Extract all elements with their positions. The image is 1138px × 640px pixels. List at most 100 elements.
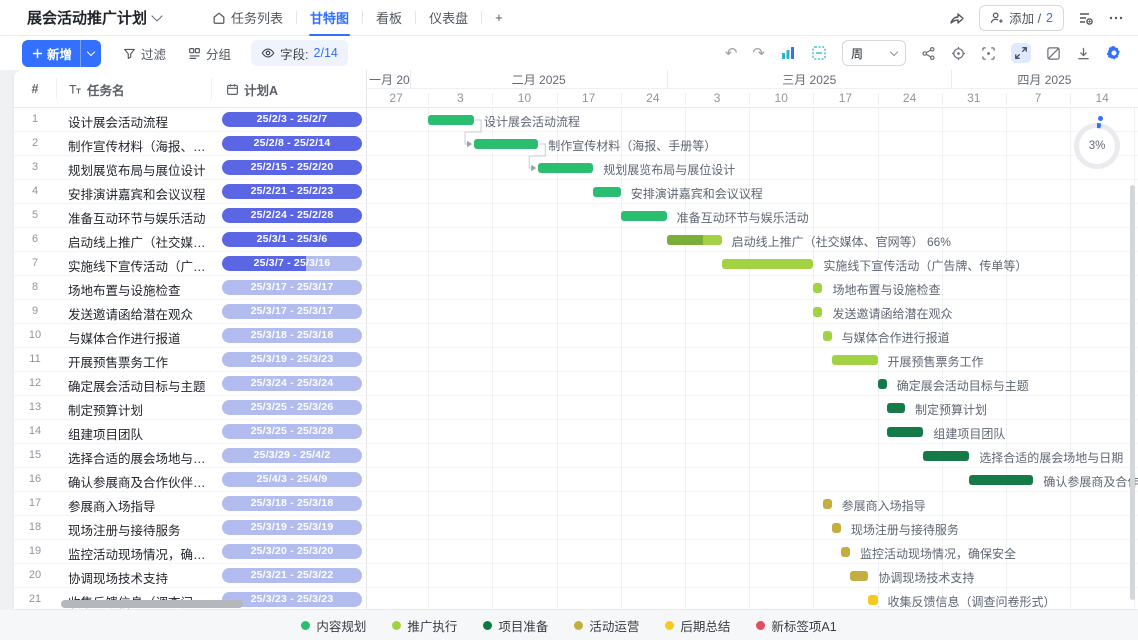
- task-row[interactable]: 10与媒体合作进行报道25/3/18 - 25/3/18: [14, 324, 367, 348]
- tab-仪表盘[interactable]: 仪表盘: [416, 0, 481, 36]
- redo-icon[interactable]: ↷: [752, 44, 765, 62]
- horizontal-scrollbar[interactable]: [61, 600, 243, 608]
- gantt-bar[interactable]: [813, 307, 822, 317]
- plan-date-pill[interactable]: 25/2/3 - 25/2/7: [222, 112, 362, 127]
- plan-date-pill[interactable]: 25/3/20 - 25/3/20: [222, 544, 362, 559]
- plan-date-pill[interactable]: 25/3/21 - 25/3/22: [222, 568, 362, 583]
- column-header-name[interactable]: 任务名: [68, 70, 125, 108]
- task-row[interactable]: 9发送邀请函给潜在观众25/3/17 - 25/3/17: [14, 300, 367, 324]
- gantt-bar[interactable]: [850, 571, 868, 581]
- plan-date-pill[interactable]: 25/3/18 - 25/3/18: [222, 328, 362, 343]
- gantt-bar[interactable]: [887, 427, 924, 437]
- plan-date-pill[interactable]: 25/3/7 - 25/3/16: [222, 256, 362, 271]
- add-member-button[interactable]: 添加 / 2: [979, 5, 1064, 31]
- automation-list-icon[interactable]: [1078, 10, 1094, 26]
- plan-date-pill[interactable]: 25/2/24 - 25/2/28: [222, 208, 362, 223]
- plan-date-pill[interactable]: 25/3/25 - 25/3/28: [222, 424, 362, 439]
- download-icon[interactable]: [1076, 46, 1091, 61]
- tab-甘特图[interactable]: 甘特图: [297, 0, 362, 36]
- plan-date-pill[interactable]: 25/3/29 - 25/4/2: [222, 448, 362, 463]
- gantt-bar[interactable]: [841, 547, 850, 557]
- plus-icon: [32, 48, 43, 59]
- task-row[interactable]: 1设计展会活动流程25/2/3 - 25/2/7: [14, 108, 367, 132]
- task-row[interactable]: 4安排演讲嘉宾和会议议程25/2/21 - 25/2/23: [14, 180, 367, 204]
- baseline-icon[interactable]: [811, 45, 827, 61]
- gantt-bar[interactable]: [593, 187, 621, 197]
- task-row[interactable]: 11开展预售票务工作25/3/19 - 25/3/23: [14, 348, 367, 372]
- task-row[interactable]: 5准备互动环节与娱乐活动25/2/24 - 25/2/28: [14, 204, 367, 228]
- task-row[interactable]: 20协调现场技术支持25/3/21 - 25/3/22: [14, 564, 367, 588]
- tab-任务列表[interactable]: 任务列表: [199, 0, 296, 36]
- fields-button[interactable]: 字段: 2/14: [251, 40, 348, 66]
- calendar-icon: [226, 83, 239, 96]
- share-view-icon[interactable]: [921, 46, 936, 61]
- fullscreen-icon[interactable]: [1011, 43, 1031, 63]
- plan-date-pill[interactable]: 25/3/24 - 25/3/24: [222, 376, 362, 391]
- tab-add-view[interactable]: +: [482, 0, 516, 36]
- gantt-bar[interactable]: [923, 451, 969, 461]
- row-index: 19: [14, 545, 56, 557]
- task-row[interactable]: 2制作宣传材料（海报、手册等）25/2/8 - 25/2/14: [14, 132, 367, 156]
- gantt-bar[interactable]: [823, 331, 832, 341]
- focus-icon[interactable]: [981, 46, 996, 61]
- task-row[interactable]: 15选择合适的展会场地与日期25/3/29 - 25/4/2: [14, 444, 367, 468]
- gantt-bar[interactable]: [868, 595, 877, 605]
- column-header-index[interactable]: #: [14, 70, 56, 108]
- gantt-bar[interactable]: [813, 283, 822, 293]
- task-row[interactable]: 18现场注册与接待服务25/3/19 - 25/3/19: [14, 516, 367, 540]
- tab-看板[interactable]: 看板: [363, 0, 415, 36]
- gantt-bar[interactable]: [969, 475, 1033, 485]
- task-row[interactable]: 13制定预算计划25/3/25 - 25/3/26: [14, 396, 367, 420]
- filter-button[interactable]: 过滤: [123, 44, 166, 63]
- task-name: 参展商入场指导: [68, 496, 206, 515]
- new-task-dropdown[interactable]: [80, 40, 101, 67]
- task-row[interactable]: 8场地布置与设施检查25/3/17 - 25/3/17: [14, 276, 367, 300]
- settings-gear-icon[interactable]: [1106, 45, 1122, 61]
- task-name: 开展预售票务工作: [68, 352, 206, 371]
- gantt-bar[interactable]: [667, 235, 722, 245]
- plan-date-pill[interactable]: 25/4/3 - 25/4/9: [222, 472, 362, 487]
- share-icon[interactable]: [949, 10, 965, 26]
- time-scale-select[interactable]: 周: [842, 40, 906, 66]
- more-icon[interactable]: [1108, 10, 1124, 26]
- gantt-bar[interactable]: [538, 163, 593, 173]
- plan-date-pill[interactable]: 25/3/17 - 25/3/17: [222, 280, 362, 295]
- gantt-bar[interactable]: [722, 259, 814, 269]
- vertical-scrollbar[interactable]: [1130, 185, 1135, 600]
- locate-today-icon[interactable]: [951, 46, 966, 61]
- plan-date-pill[interactable]: 25/3/17 - 25/3/17: [222, 304, 362, 319]
- gantt-bar[interactable]: [832, 523, 841, 533]
- undo-icon[interactable]: ↶: [725, 44, 738, 62]
- plan-date-pill[interactable]: 25/3/19 - 25/3/19: [222, 520, 362, 535]
- plan-date-pill[interactable]: 25/3/23 - 25/3/23: [222, 592, 362, 607]
- gantt-bar[interactable]: [428, 115, 474, 125]
- gantt-bar[interactable]: [878, 379, 887, 389]
- plan-date-pill[interactable]: 25/2/15 - 25/2/20: [222, 160, 362, 175]
- column-header-plan[interactable]: 计划A: [226, 70, 278, 108]
- task-row[interactable]: 16确认参展商及合作伙伴名单25/4/3 - 25/4/9: [14, 468, 367, 492]
- hide-table-icon[interactable]: [1046, 46, 1061, 61]
- plan-date-pill[interactable]: 25/3/1 - 25/3/6: [222, 232, 362, 247]
- task-row[interactable]: 14组建项目团队25/3/25 - 25/3/28: [14, 420, 367, 444]
- task-row[interactable]: 19监控活动现场情况，确保安全25/3/20 - 25/3/20: [14, 540, 367, 564]
- eye-icon: [261, 46, 275, 60]
- milestone-chart-icon[interactable]: [780, 45, 796, 61]
- gantt-bar[interactable]: [474, 139, 538, 149]
- gantt-bar[interactable]: [832, 355, 878, 365]
- plan-date-pill[interactable]: 25/3/25 - 25/3/26: [222, 400, 362, 415]
- task-row[interactable]: 6启动线上推广（社交媒体、官网等）25/3/1 - 25/3/6: [14, 228, 367, 252]
- task-row[interactable]: 7实施线下宣传活动（广告牌、传单等）25/3/7 - 25/3/16: [14, 252, 367, 276]
- task-row[interactable]: 17参展商入场指导25/3/18 - 25/3/18: [14, 492, 367, 516]
- new-task-button[interactable]: 新增: [22, 40, 101, 67]
- gantt-bar[interactable]: [823, 499, 832, 509]
- task-row[interactable]: 3规划展览布局与展位设计25/2/15 - 25/2/20: [14, 156, 367, 180]
- plan-date-pill[interactable]: 25/2/8 - 25/2/14: [222, 136, 362, 151]
- plan-date-pill[interactable]: 25/2/21 - 25/2/23: [222, 184, 362, 199]
- plan-date-pill[interactable]: 25/3/19 - 25/3/23: [222, 352, 362, 367]
- gantt-bar[interactable]: [621, 211, 667, 221]
- task-row[interactable]: 12确定展会活动目标与主题25/3/24 - 25/3/24: [14, 372, 367, 396]
- group-button[interactable]: 分组: [188, 44, 231, 63]
- plan-date-pill[interactable]: 25/3/18 - 25/3/18: [222, 496, 362, 511]
- page-title-dropdown[interactable]: 展会活动推广计划: [27, 7, 161, 28]
- gantt-bar[interactable]: [887, 403, 905, 413]
